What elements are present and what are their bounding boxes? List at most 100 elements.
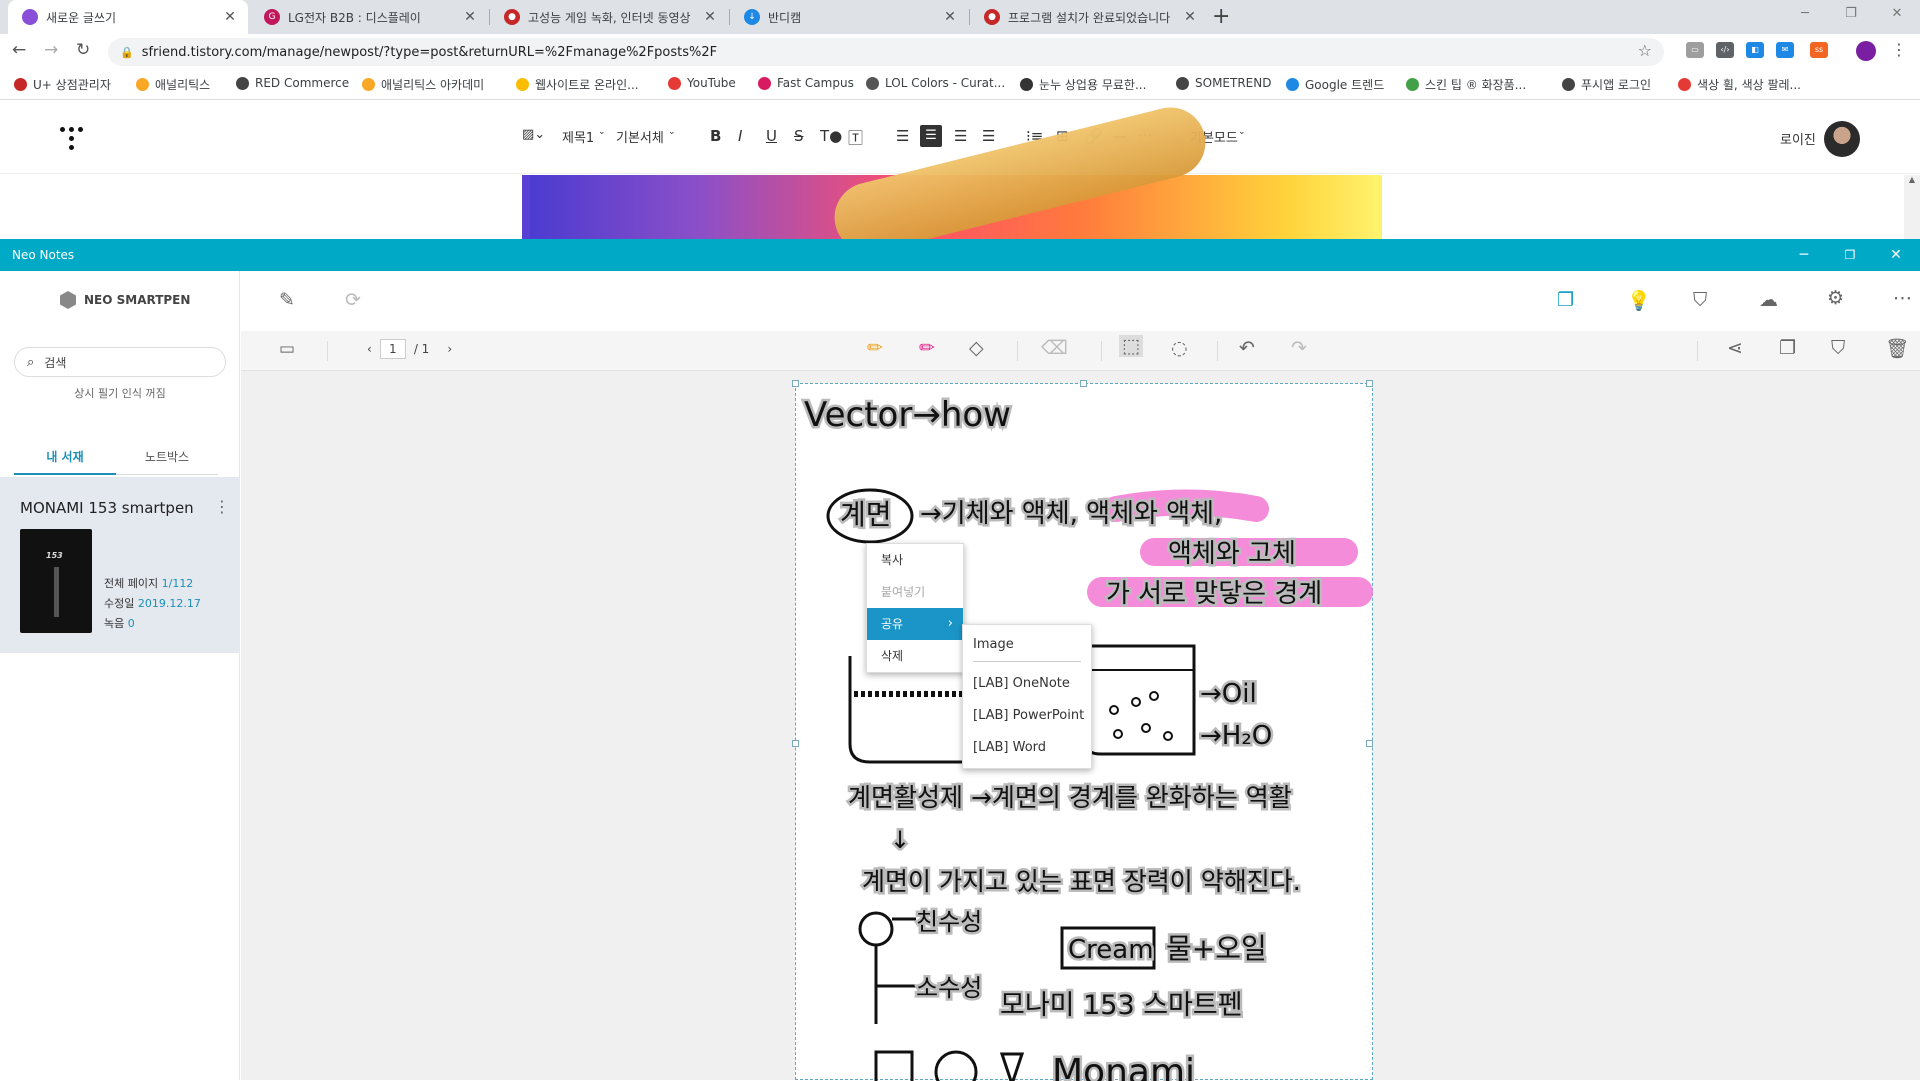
- lasso-select-icon[interactable]: ⬚: [1119, 335, 1143, 357]
- editor-document-area[interactable]: [0, 100, 1920, 260]
- bookmark-item[interactable]: 눈누 상업용 무료한...: [1020, 76, 1146, 93]
- bookmark-item[interactable]: 스킨 팁 ® 화장품...: [1406, 76, 1526, 93]
- more-options-icon[interactable]: ⋯: [1893, 287, 1912, 309]
- bookmark-star-icon[interactable]: ☆: [1638, 41, 1652, 60]
- bookmark-item[interactable]: RED Commerce: [236, 76, 349, 90]
- text-background-icon[interactable]: 🅃: [848, 127, 863, 148]
- editor-scrollbar[interactable]: ▲: [1904, 175, 1920, 239]
- restore-icon[interactable]: ❐: [1828, 0, 1874, 30]
- highlighter-icon[interactable]: ✏: [919, 337, 935, 359]
- menu-item-paste[interactable]: 붙여넣기: [867, 576, 963, 608]
- close-icon[interactable]: ✕: [942, 9, 958, 25]
- heading-select[interactable]: 제목1: [562, 127, 594, 146]
- handwriting-status[interactable]: 상시 필기 인식 꺼짐: [0, 385, 240, 401]
- align-left-icon[interactable]: ☰: [896, 127, 909, 145]
- underline-button[interactable]: U: [766, 127, 777, 145]
- page-view-icon[interactable]: ❐: [1557, 289, 1574, 311]
- share-onenote[interactable]: [LAB] OneNote: [963, 668, 1091, 700]
- tab-my-library[interactable]: 내 서재: [14, 439, 116, 475]
- reload-icon[interactable]: ↻: [76, 40, 90, 60]
- extension-icon-4[interactable]: ✉: [1776, 42, 1794, 58]
- close-window-icon[interactable]: ✕: [1874, 0, 1920, 30]
- align-justify-icon[interactable]: ☰: [982, 127, 995, 145]
- extension-icon-3[interactable]: ◧: [1746, 42, 1764, 58]
- avatar[interactable]: [1824, 121, 1860, 157]
- font-select[interactable]: 기본서체: [616, 127, 664, 146]
- notebook-cover[interactable]: 153: [20, 529, 92, 633]
- bookmark-item[interactable]: YouTube: [668, 76, 736, 90]
- rotate-icon[interactable]: ◌: [1171, 337, 1188, 359]
- bold-button[interactable]: B: [710, 127, 721, 145]
- bookmark-item[interactable]: U+ 상점관리자: [14, 76, 111, 93]
- share-image[interactable]: Image: [963, 629, 1091, 661]
- clear-eraser-icon[interactable]: ⌫: [1041, 337, 1068, 359]
- prev-page-icon[interactable]: ‹: [367, 342, 372, 356]
- menu-item-share[interactable]: 공유 ›: [867, 608, 963, 640]
- italic-button[interactable]: I: [738, 127, 742, 145]
- notebook-icon[interactable]: ▭: [279, 339, 295, 359]
- profile-avatar[interactable]: [1856, 41, 1876, 61]
- close-icon[interactable]: ✕: [702, 9, 718, 25]
- browser-tab-2[interactable]: G LG전자 B2B : 디스플레이 ✕: [250, 0, 488, 34]
- sync-icon[interactable]: ⟳: [345, 289, 361, 311]
- page-tag-icon[interactable]: ⛉: [1831, 337, 1845, 359]
- align-right-icon[interactable]: ☰: [954, 127, 967, 145]
- pen-tool-icon[interactable]: ✏: [867, 337, 883, 359]
- bookmark-item[interactable]: LOL Colors - Curat...: [866, 76, 1005, 90]
- tag-icon[interactable]: ⛉: [1693, 289, 1707, 311]
- insert-image-icon[interactable]: ▨⌄: [522, 127, 545, 142]
- trash-icon[interactable]: 🗑: [1885, 337, 1909, 360]
- redo-icon[interactable]: ↷: [1291, 337, 1307, 359]
- page-number-input[interactable]: 1: [379, 339, 406, 359]
- bookmark-item[interactable]: Fast Campus: [758, 76, 854, 90]
- close-icon[interactable]: ✕: [222, 9, 238, 25]
- forward-arrow-icon[interactable]: →: [44, 40, 58, 60]
- extension-icon-1[interactable]: ▭: [1686, 42, 1704, 58]
- minimize-icon[interactable]: ─: [1784, 239, 1824, 271]
- bookmark-item[interactable]: 애널리틱스: [136, 76, 210, 93]
- bookmark-item[interactable]: 색상 휠, 색상 팔레...: [1678, 76, 1801, 93]
- url-bar[interactable]: 🔒 sfriend.tistory.com/manage/newpost/?ty…: [108, 38, 1664, 66]
- chrome-menu-icon[interactable]: ⋮: [1890, 42, 1908, 58]
- next-page-icon[interactable]: ›: [447, 342, 452, 356]
- bookmark-item[interactable]: 웹사이트로 온라인...: [516, 76, 639, 93]
- bulb-icon[interactable]: 💡: [1627, 289, 1651, 312]
- post-image[interactable]: [522, 100, 1382, 260]
- cloud-download-icon[interactable]: ☁: [1759, 289, 1778, 311]
- menu-item-copy[interactable]: 복사: [867, 544, 963, 576]
- search-input[interactable]: ⌕ 검색: [14, 347, 226, 377]
- back-arrow-icon[interactable]: ←: [12, 40, 26, 60]
- extension-icon-2[interactable]: ‹/›: [1716, 42, 1734, 58]
- extension-icon-5[interactable]: ss: [1810, 42, 1828, 58]
- share-word[interactable]: [LAB] Word: [963, 732, 1091, 764]
- tab-notebox[interactable]: 노트박스: [116, 439, 218, 475]
- close-icon[interactable]: ✕: [1182, 9, 1198, 25]
- bookmark-item[interactable]: SOMETREND: [1176, 76, 1271, 90]
- bookmark-item[interactable]: 애널리틱스 아카데미: [362, 76, 484, 93]
- strike-button[interactable]: S: [794, 127, 804, 145]
- undo-icon[interactable]: ↶: [1239, 337, 1255, 359]
- restore-icon[interactable]: ❐: [1830, 239, 1870, 271]
- browser-tab-5[interactable]: ● 프로그램 설치가 완료되었습니다 ✕: [970, 0, 1208, 34]
- duplicate-page-icon[interactable]: ❐: [1779, 337, 1796, 359]
- tistory-logo[interactable]: [60, 127, 84, 151]
- share-icon[interactable]: ⋖: [1727, 337, 1743, 359]
- more-vertical-icon[interactable]: ⋮: [214, 497, 230, 516]
- browser-tab-1[interactable]: 새로운 글쓰기 ✕: [8, 0, 248, 34]
- align-center-icon[interactable]: ☰: [920, 125, 942, 147]
- menu-item-delete[interactable]: 삭제: [867, 640, 963, 672]
- notebook-card[interactable]: MONAMI 153 smartpen ⋮ 153 전체 페이지 1/112 수…: [0, 477, 240, 653]
- new-tab-plus-icon[interactable]: +: [1212, 4, 1230, 29]
- minimize-icon[interactable]: ─: [1782, 0, 1828, 30]
- pen-off-icon[interactable]: ✎: [279, 289, 295, 311]
- bookmark-item[interactable]: 푸시앱 로그인: [1562, 76, 1651, 93]
- close-icon[interactable]: ✕: [1876, 239, 1916, 271]
- eraser-icon[interactable]: ◇: [969, 337, 984, 359]
- bookmark-item[interactable]: Google 트렌드: [1286, 76, 1384, 93]
- browser-tab-4[interactable]: ↓ 반디캠 ✕: [730, 0, 968, 34]
- share-powerpoint[interactable]: [LAB] PowerPoint: [963, 700, 1091, 732]
- close-icon[interactable]: ✕: [462, 9, 478, 25]
- browser-tab-3[interactable]: ● 고성능 게임 녹화, 인터넷 동영상 ✕: [490, 0, 728, 34]
- text-color-icon[interactable]: T●: [820, 127, 842, 145]
- gear-icon[interactable]: ⚙: [1827, 287, 1844, 309]
